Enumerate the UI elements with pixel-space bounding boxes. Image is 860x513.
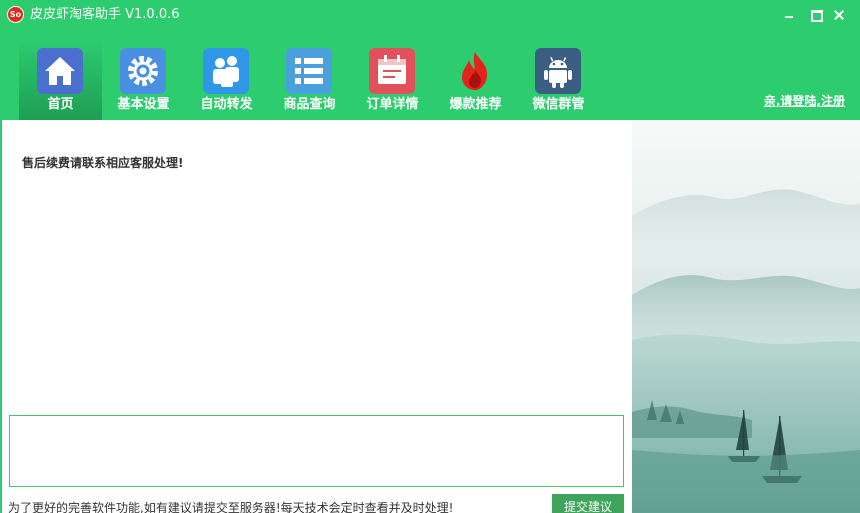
gear-icon: [120, 48, 166, 94]
notice-text: 售后续费请联系相应客服处理!: [22, 156, 184, 170]
tab-wechat-groups[interactable]: 微信群管: [517, 38, 600, 120]
tab-label: 首页: [47, 97, 74, 112]
maximize-button[interactable]: [806, 6, 824, 24]
tab-label: 订单详情: [366, 97, 419, 112]
minimize-button[interactable]: [780, 6, 798, 24]
tab-order-details[interactable]: 订单详情: [351, 38, 434, 120]
tab-label: 基本设置: [117, 97, 170, 112]
fire-icon: [452, 48, 498, 94]
landscape-illustration: [632, 189, 860, 513]
tab-basic-settings[interactable]: 基本设置: [102, 38, 185, 120]
tab-label: 爆款推荐: [449, 97, 502, 112]
tab-home[interactable]: 首页: [19, 38, 102, 120]
calendar-icon: [369, 48, 415, 94]
tab-auto-forward[interactable]: 自动转发: [185, 38, 268, 120]
main-content: 售后续费请联系相应客服处理! 为了更好的完善软件功能,如有建议请提交至服务器!每…: [2, 120, 632, 513]
title-bar[interactable]: So 皮皮虾淘客助手 V1.0.0.6: [0, 0, 860, 30]
main-toolbar: 首页 基本设置 自动转发 商品查询 订单详情 爆款推荐 微信群管: [19, 38, 600, 120]
tab-product-query[interactable]: 商品查询: [268, 38, 351, 120]
tab-label: 微信群管: [532, 97, 585, 112]
landscape-banner: [632, 120, 860, 513]
tab-label: 商品查询: [283, 97, 336, 112]
footer-hint-text: 为了更好的完善软件功能,如有建议请提交至服务器!每天技术会定时查看并及时处理!: [8, 501, 454, 513]
tab-hot-recommend[interactable]: 爆款推荐: [434, 38, 517, 120]
close-button[interactable]: [830, 6, 848, 24]
list-icon: [286, 48, 332, 94]
login-register-link[interactable]: 亲,请登陆,注册: [764, 92, 845, 109]
app-logo: So: [7, 6, 24, 23]
submit-suggestion-button[interactable]: 提交建议: [552, 494, 624, 513]
home-icon: [37, 48, 83, 94]
tab-label: 自动转发: [200, 97, 253, 112]
users-icon: [203, 48, 249, 94]
suggestion-input[interactable]: [9, 415, 624, 487]
android-icon: [535, 48, 581, 94]
window-title: 皮皮虾淘客助手 V1.0.0.6: [30, 7, 180, 22]
app-window: So 皮皮虾淘客助手 V1.0.0.6 首页 基本设置 自动转发 商品查询 订单…: [0, 0, 860, 513]
